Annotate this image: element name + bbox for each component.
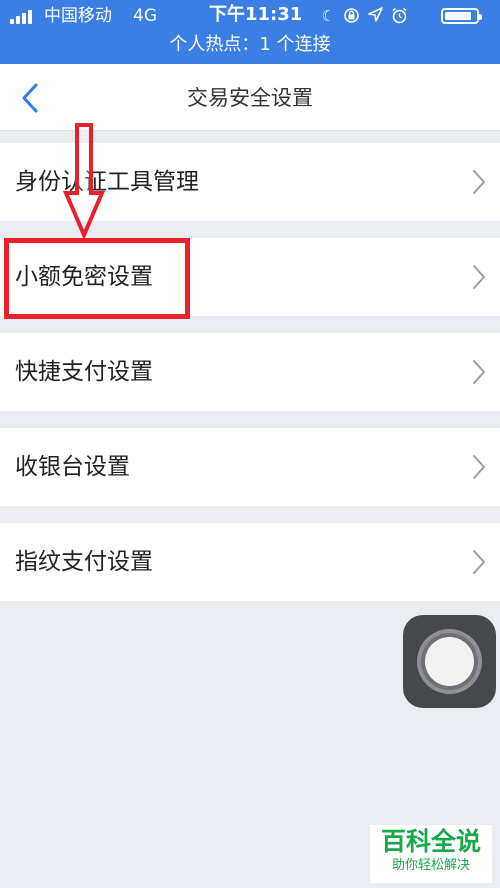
assistive-ring [417,629,482,694]
alarm-icon [391,7,408,28]
nav-bar: 交易安全设置 [0,64,500,131]
chevron-right-icon [473,455,485,479]
page-title: 交易安全设置 [187,86,313,110]
status-time: 下午11:31 [209,4,303,25]
watermark-title: 百科全说 [380,827,481,856]
status-icons: ☾ [322,7,408,28]
watermark-subtitle: 助你轻松解决 [391,858,470,873]
assistive-core [425,637,474,686]
network-type: 4G [133,6,157,26]
menu-item-label: 指纹支付设置 [15,549,153,575]
assistive-touch-button[interactable] [403,615,496,708]
battery-fill [445,12,471,20]
location-icon [368,7,383,28]
highlight-box [4,238,190,319]
menu-item-label: 快捷支付设置 [15,359,153,385]
menu-item-cashier[interactable]: 收银台设置 [0,428,500,506]
menu-item-fingerprint-pay[interactable]: 指纹支付设置 [0,523,500,601]
menu-item-label: 收银台设置 [15,454,130,480]
hotspot-banner[interactable]: 个人热点：1 个连接 [0,31,500,59]
menu-item-label: 身份认证工具管理 [15,169,199,195]
carrier-name: 中国移动 [44,6,112,26]
chevron-right-icon [473,170,485,194]
signal-icon [10,10,38,24]
down-arrow-icon [63,123,105,238]
chevron-right-icon [473,550,485,574]
watermark: 百科全说 助你轻松解决 [370,825,492,883]
battery-icon [441,8,482,24]
menu-item-quick-pay[interactable]: 快捷支付设置 [0,333,500,411]
status-row: 中国移动 4G 下午11:31 ☾ [0,0,500,32]
rotation-lock-icon [343,7,360,28]
moon-icon: ☾ [321,7,335,25]
status-bar: 中国移动 4G 下午11:31 ☾ 个人热点：1 个连接 [0,0,500,64]
chevron-right-icon [473,360,485,384]
chevron-right-icon [473,265,485,289]
